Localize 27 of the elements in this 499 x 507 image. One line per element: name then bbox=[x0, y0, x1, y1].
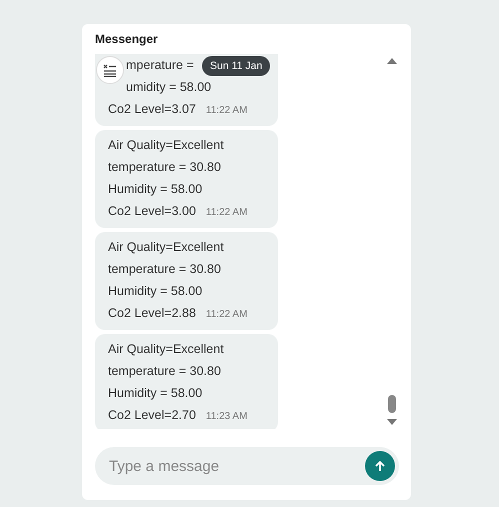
message-line: Co2 Level=3.00 bbox=[108, 203, 196, 220]
message-field[interactable]: Type a message bbox=[95, 447, 399, 485]
message-line: temperature = 30.80 bbox=[108, 363, 221, 380]
message-line: Humidity = 58.00 bbox=[108, 385, 202, 402]
message-line: Air Quality=Excellent bbox=[108, 137, 224, 154]
message-line: Humidity = 58.00 bbox=[108, 283, 202, 300]
message-line: Co2 Level=2.88 bbox=[108, 305, 196, 322]
message-line: Co2 Level=2.70 bbox=[108, 407, 196, 424]
filter-list-icon bbox=[103, 64, 117, 76]
scroll-up-icon[interactable] bbox=[387, 58, 397, 64]
message-time: 11:22 AM bbox=[206, 308, 248, 322]
message-line: umidity = 58.00 bbox=[126, 79, 212, 96]
message-line: Humidity = 58.00 bbox=[108, 181, 202, 198]
message-line: Air Quality=Excellent bbox=[108, 239, 224, 256]
message-line: Air Quality=Excellent bbox=[108, 341, 224, 358]
scroll-down-icon[interactable] bbox=[387, 419, 397, 425]
message-line: temperature = 30.80 bbox=[108, 261, 221, 278]
message-line: temperature = 30.80 bbox=[108, 159, 221, 176]
date-chip: Sun 11 Jan bbox=[202, 56, 270, 76]
message-line: mperature = bbox=[126, 57, 194, 74]
message-time: 11:22 AM bbox=[206, 206, 248, 220]
scrollbar-thumb[interactable] bbox=[388, 395, 396, 413]
arrow-up-icon bbox=[375, 460, 385, 472]
message-time: 11:22 AM bbox=[206, 104, 248, 118]
message-time: 11:23 AM bbox=[206, 410, 248, 424]
panel-title: Messenger bbox=[95, 32, 159, 48]
message-line: Co2 Level=3.07 bbox=[108, 101, 196, 118]
